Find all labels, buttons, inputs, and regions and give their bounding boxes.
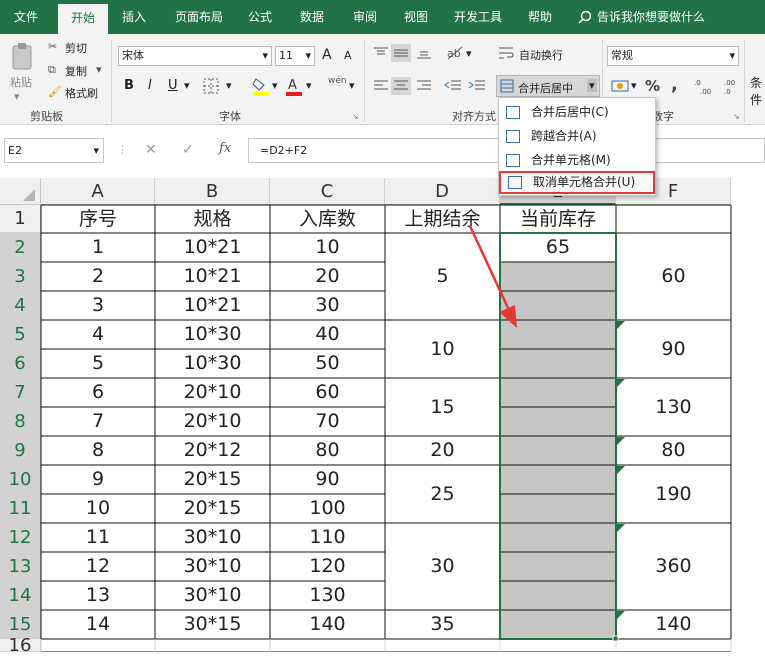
cell-a[interactable]: 12 <box>41 552 155 581</box>
cell-a[interactable]: 8 <box>41 436 155 465</box>
cell-b[interactable]: 30*15 <box>155 610 270 639</box>
merged-cell-d[interactable]: 30 <box>385 523 500 610</box>
merged-cell-f[interactable]: 360 <box>616 523 731 610</box>
cell-a[interactable]: 6 <box>41 378 155 407</box>
merged-cell-f[interactable]: 190 <box>616 465 731 523</box>
merge-cells-icon <box>506 154 520 167</box>
cell-a[interactable]: 7 <box>41 407 155 436</box>
cell-b[interactable]: 20*15 <box>155 494 270 523</box>
cell-a[interactable]: 1 <box>41 233 155 262</box>
cell-c[interactable]: 60 <box>270 378 385 407</box>
cell-a[interactable]: 5 <box>41 349 155 378</box>
cell-b[interactable]: 30*10 <box>155 552 270 581</box>
menu-item-unmerge-cells[interactable]: 取消单元格合并(U) <box>499 171 655 194</box>
cell-c[interactable]: 90 <box>270 465 385 494</box>
menu-item-label: 跨越合并(A) <box>531 129 597 143</box>
cell-b[interactable]: 30*10 <box>155 523 270 552</box>
cell-b[interactable]: 20*15 <box>155 465 270 494</box>
cell-c[interactable]: 110 <box>270 523 385 552</box>
cell-a[interactable]: 9 <box>41 465 155 494</box>
cell-c[interactable]: 70 <box>270 407 385 436</box>
cell-c[interactable]: 30 <box>270 291 385 320</box>
cell-c[interactable]: 40 <box>270 320 385 349</box>
cell-b[interactable]: 10*30 <box>155 320 270 349</box>
cell-a[interactable]: 4 <box>41 320 155 349</box>
cell-b[interactable]: 10*21 <box>155 262 270 291</box>
cell-a[interactable]: 11 <box>41 523 155 552</box>
menu-item-label: 合并单元格(M) <box>531 153 611 167</box>
cell-a[interactable]: 13 <box>41 581 155 610</box>
merged-cell-f[interactable]: 90 <box>616 320 731 378</box>
cell-b[interactable]: 20*12 <box>155 436 270 465</box>
menu-item-merge-center[interactable]: 合并后居中(C) <box>499 101 655 124</box>
cell-c[interactable]: 20 <box>270 262 385 291</box>
cell-c[interactable]: 130 <box>270 581 385 610</box>
merged-cell-f[interactable]: 130 <box>616 378 731 436</box>
menu-item-merge-across[interactable]: 跨越合并(A) <box>499 125 655 148</box>
menu-item-merge-cells[interactable]: 合并单元格(M) <box>499 149 655 172</box>
merged-cell-d[interactable]: 20 <box>385 436 500 465</box>
cell-c[interactable]: 50 <box>270 349 385 378</box>
cell-c[interactable]: 120 <box>270 552 385 581</box>
header-cell[interactable]: 入库数 <box>270 205 385 233</box>
merge-across-icon <box>506 130 520 143</box>
menu-item-label: 取消单元格合并(U) <box>533 175 636 189</box>
cell-c[interactable]: 10 <box>270 233 385 262</box>
merged-cell-f[interactable]: 140 <box>616 610 731 639</box>
cell-a[interactable]: 2 <box>41 262 155 291</box>
merge-center-icon <box>506 106 520 119</box>
red-arrow-annotation <box>468 225 517 328</box>
merged-cell-d[interactable]: 25 <box>385 465 500 523</box>
cell-c[interactable]: 80 <box>270 436 385 465</box>
cell-a[interactable]: 14 <box>41 610 155 639</box>
merge-dropdown-menu: 合并后居中(C) 跨越合并(A) 合并单元格(M) 取消单元格合并(U) <box>498 97 656 196</box>
cell-a[interactable]: 3 <box>41 291 155 320</box>
header-cell[interactable]: 序号 <box>41 205 155 233</box>
cell-b[interactable]: 10*21 <box>155 291 270 320</box>
cell-b[interactable]: 20*10 <box>155 407 270 436</box>
merged-cell-f[interactable]: 60 <box>616 233 731 320</box>
merged-cell-d[interactable]: 15 <box>385 378 500 436</box>
menu-item-label: 合并后居中(C) <box>531 105 609 119</box>
cell-b[interactable]: 10*21 <box>155 233 270 262</box>
cell-a[interactable]: 10 <box>41 494 155 523</box>
cell-c[interactable]: 100 <box>270 494 385 523</box>
cell-c[interactable]: 140 <box>270 610 385 639</box>
cell-b[interactable]: 10*30 <box>155 349 270 378</box>
header-cell[interactable]: 规格 <box>155 205 270 233</box>
merged-cell-f[interactable]: 80 <box>616 436 731 465</box>
cell-b[interactable]: 20*10 <box>155 378 270 407</box>
unmerge-cells-icon <box>508 176 522 189</box>
cell-b[interactable]: 30*10 <box>155 581 270 610</box>
merged-cell-d[interactable]: 35 <box>385 610 500 639</box>
